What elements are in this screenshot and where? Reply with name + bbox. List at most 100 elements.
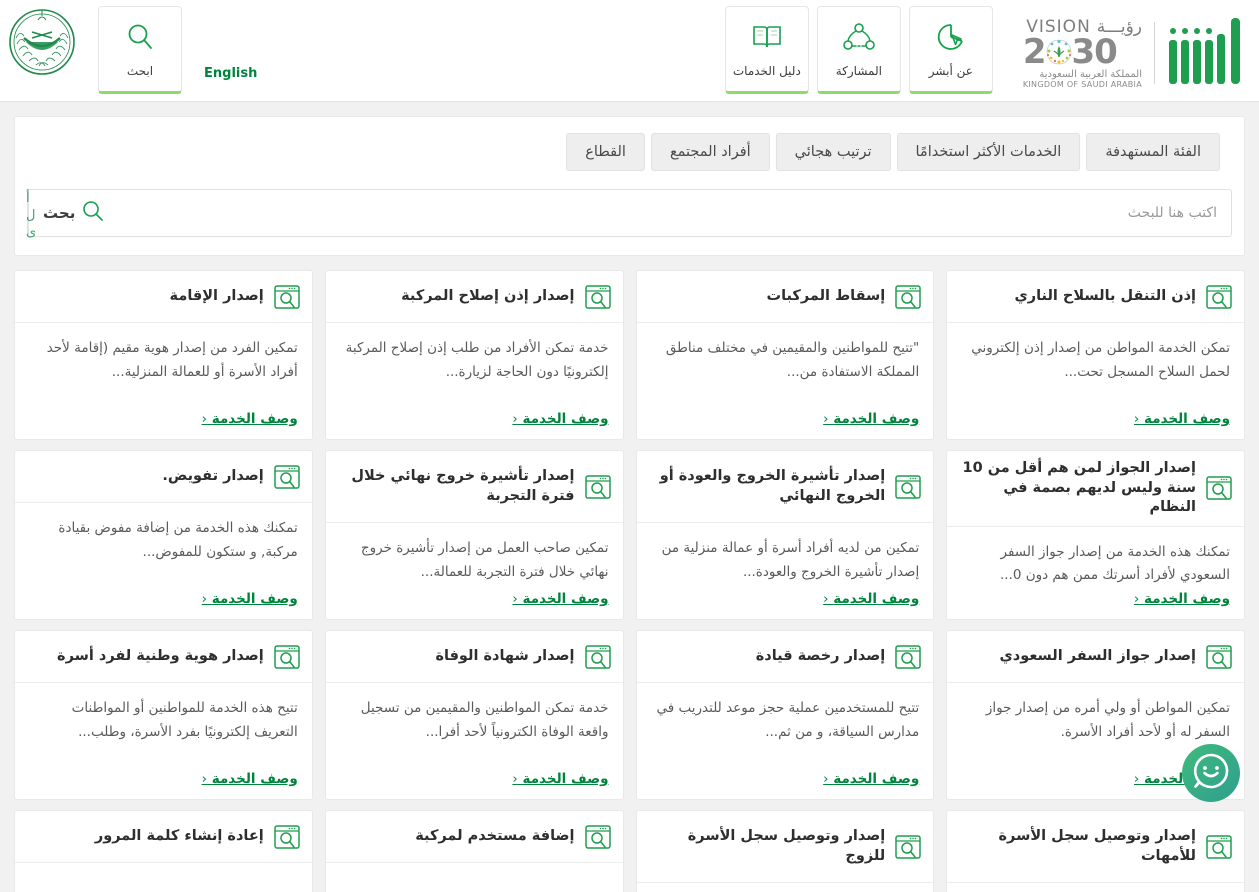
service-card[interactable]: إصدار الإقامة تمكين الفرد من إصدار هوية م… xyxy=(14,270,313,440)
service-card[interactable]: إصدار وتوصيل سجل الأسرة للزوج xyxy=(635,810,935,892)
service-description-link-label: وصف الخدمة xyxy=(1144,591,1230,607)
service-description-link-label: وصف الخدمة xyxy=(833,411,920,427)
service-card[interactable]: إصدار رخصة قيادة تتيح للمستخدمين عملية حج… xyxy=(635,630,935,800)
service-card-description: تمكنك هذه الخدمة من إضافة مفوض بقيادة مر… xyxy=(58,520,298,560)
service-description-link[interactable]: وصف الخدمة ‹ xyxy=(29,591,298,619)
service-card-header: إعادة إنشاء كلمة المرور xyxy=(15,811,312,863)
service-card-description: تمكنك هذه الخدمة من إصدار جواز السفر الس… xyxy=(999,543,1230,584)
service-card[interactable]: إصدار هوية وطنية لفرد أسرة تتيح هذه الخدم… xyxy=(14,630,313,800)
service-description-link[interactable]: وصف الخدمة ‹ xyxy=(340,411,608,439)
service-card-body xyxy=(326,863,623,892)
tab-community-individuals[interactable]: أفراد المجتمع xyxy=(650,133,770,171)
service-description-link[interactable]: وصف الخدمة ‹ xyxy=(651,591,920,619)
service-description-link-label: وصف الخدمة xyxy=(833,591,920,607)
chat-smiley-icon xyxy=(1191,751,1231,795)
service-window-icon xyxy=(274,284,300,309)
service-description-link-label: وصف الخدمة xyxy=(1144,411,1230,427)
chevron-left-icon: ‹ xyxy=(512,411,518,427)
tab-most-used-services[interactable]: الخدمات الأكثر استخدامًا xyxy=(896,133,1081,171)
service-card-title: إصدار تأشيرة خروج نهائي خلال فترة التجرب… xyxy=(351,467,575,504)
service-card-body: "تتيح للمواطنين والمقيمين في مختلف مناطق… xyxy=(637,323,934,439)
service-card[interactable]: إسقاط المركبات "تتيح للمواطنين والمقيمين … xyxy=(635,270,935,440)
service-description-link[interactable]: وصف الخدمة ‹ xyxy=(29,411,298,439)
service-card-title: إصدار الجواز لمن هم أقل من 10 سنة وليس ل… xyxy=(962,460,1197,516)
service-card[interactable]: إصدار إذن إصلاح المركبة خدمة تمكن الأفراد… xyxy=(324,270,624,440)
service-card[interactable]: إصدار تأشيرة الخروج والعودة أو الخروج ال… xyxy=(635,450,935,620)
service-card-body: تمكين من لديه أفراد أسرة أو عمالة منزلية… xyxy=(637,523,934,619)
service-card[interactable]: إصدار وتوصيل سجل الأسرة للأمهات xyxy=(946,810,1245,892)
service-card-body: تمكين الفرد من إصدار هوية مقيم (إقامة لأ… xyxy=(15,323,312,439)
service-window-icon xyxy=(274,464,300,489)
chevron-left-icon: ‹ xyxy=(1133,771,1140,787)
service-card-title: إسقاط المركبات xyxy=(766,287,886,304)
chevron-left-icon: ‹ xyxy=(823,591,829,607)
service-card[interactable]: إعادة إنشاء كلمة المرور xyxy=(14,810,313,892)
service-description-link[interactable]: وصف الخدمة ‹ xyxy=(340,771,609,799)
nav-tile-participation-label: المشاركة xyxy=(835,64,882,78)
nav-tile-services-guide[interactable]: دليل الخدمات xyxy=(724,6,809,94)
service-window-icon xyxy=(1206,476,1232,501)
saudi-national-emblem-icon xyxy=(8,8,76,76)
service-card[interactable]: إضافة مستخدم لمركبة xyxy=(324,810,624,892)
service-card-header: إصدار وتوصيل سجل الأسرة للأمهات xyxy=(947,811,1244,883)
search-nav-tile-label: ابحث xyxy=(126,64,154,78)
service-card-body: تمكنك هذه الخدمة من إصدار جواز السفر الس… xyxy=(947,527,1244,619)
search-nav-tile[interactable]: ابحث xyxy=(98,6,182,94)
service-card-body: تتيح للمستخدمين عملية حجز موعد للتدريب ف… xyxy=(637,683,934,799)
service-card[interactable]: إصدار شهادة الوفاة خدمة تمكن المواطنين وا… xyxy=(324,630,624,800)
service-card-header: إصدار الجواز لمن هم أقل من 10 سنة وليس ل… xyxy=(947,451,1244,527)
service-description-link[interactable]: وصف الخدمة ‹ xyxy=(961,411,1230,439)
service-description-link[interactable]: وصف الخدمة ‹ xyxy=(651,411,920,439)
service-card[interactable]: إذن التنقل بالسلاح الناري تمكن الخدمة الم… xyxy=(946,270,1245,440)
tab-target-category[interactable]: الفئة المستهدفة xyxy=(1086,133,1220,171)
vision-2030-logo: VISION رؤيـــة 2 30 المملكة العربية السع… xyxy=(1023,16,1243,90)
search-submit-button[interactable]: بحث xyxy=(28,190,119,236)
service-description-link[interactable]: وصف الخدمة ‹ xyxy=(961,591,1230,619)
service-description-link-label: وصف الخدمة xyxy=(522,771,609,787)
nav-tile-participation[interactable]: المشاركة xyxy=(816,6,901,94)
service-card-body: تمكنك هذه الخدمة من إضافة مفوض بقيادة مر… xyxy=(15,503,312,619)
tab-sector[interactable]: القطاع xyxy=(566,133,645,171)
service-window-icon xyxy=(584,824,611,849)
tab-alphabetical-order[interactable]: ترتيب هجائي xyxy=(775,133,891,171)
chevron-left-icon: ‹ xyxy=(201,591,208,607)
service-card-header: إصدار شهادة الوفاة xyxy=(325,631,623,683)
service-card-body: تمكن الخدمة المواطن من إصدار إذن إلكترون… xyxy=(947,323,1244,439)
search-input[interactable] xyxy=(119,190,1231,236)
service-card-body xyxy=(947,883,1244,892)
chevron-left-icon: ‹ xyxy=(512,771,518,787)
service-card[interactable]: إصدار تأشيرة خروج نهائي خلال فترة التجرب… xyxy=(324,450,624,620)
filter-panel: الفئة المستهدفة الخدمات الأكثر استخدامًا… xyxy=(14,116,1245,256)
service-card-header: إصدار هوية وطنية لفرد أسرة xyxy=(15,631,312,683)
book-icon xyxy=(751,20,783,54)
service-card-description: تمكين من لديه أفراد أسرة أو عمالة منزلية… xyxy=(661,540,920,580)
service-card-title: إصدار رخصة قيادة xyxy=(755,647,886,664)
service-card-body: خدمة تمكن المواطنين والمقيمين من تسجيل و… xyxy=(326,683,623,799)
service-window-icon xyxy=(274,644,300,669)
service-description-link-label: وصف الخدمة xyxy=(211,411,298,427)
search-icon xyxy=(125,20,155,54)
vision-year: 2 30 xyxy=(1022,31,1118,72)
service-card-description: تمكين المواطن أو ولي أمره من إصدار جواز … xyxy=(985,700,1230,740)
service-window-icon xyxy=(895,834,921,859)
service-card-title: إصدار جواز السفر السعودي xyxy=(999,647,1196,664)
service-card[interactable]: إصدار الجواز لمن هم أقل من 10 سنة وليس ل… xyxy=(946,450,1245,620)
language-switch-link[interactable]: English xyxy=(204,22,257,81)
service-description-link[interactable]: وصف الخدمة ‹ xyxy=(651,771,919,799)
service-description-link[interactable]: وصف الخدمة ‹ xyxy=(29,771,298,799)
service-card-title: إصدار تفويض. xyxy=(162,467,264,484)
service-card-description: تتيح للمستخدمين عملية حجز موعد للتدريب ف… xyxy=(656,700,920,740)
service-description-link[interactable]: وصف الخدمة ‹ xyxy=(340,591,608,619)
service-window-icon xyxy=(895,284,921,309)
service-card[interactable]: إصدار تفويض. تمكنك هذه الخدمة من إضافة مف… xyxy=(14,450,313,620)
chevron-left-icon: ‹ xyxy=(823,771,829,787)
service-card-title: إصدار تأشيرة الخروج والعودة أو الخروج ال… xyxy=(659,467,886,504)
chat-support-button[interactable] xyxy=(1182,744,1240,802)
nav-tile-about-absher[interactable]: عن أبشر xyxy=(908,6,993,94)
service-card-description: تمكن الخدمة المواطن من إصدار إذن إلكترون… xyxy=(971,340,1230,380)
service-card-body: خدمة تمكن الأفراد من طلب إذن إصلاح المرك… xyxy=(326,323,623,439)
service-card-title: إصدار وتوصيل سجل الأسرة للأمهات xyxy=(998,827,1197,864)
service-window-icon xyxy=(1206,284,1232,309)
service-card-title: إصدار الإقامة xyxy=(169,287,264,304)
service-card-description: خدمة تمكن الأفراد من طلب إذن إصلاح المرك… xyxy=(345,340,609,380)
